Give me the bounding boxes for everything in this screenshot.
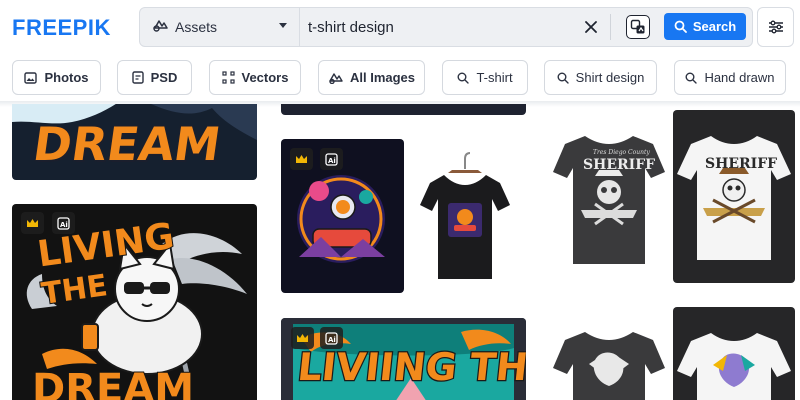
psd-icon xyxy=(131,71,144,84)
svg-text:Ai: Ai xyxy=(60,221,68,229)
sheriff-script-text: Tres Diego County xyxy=(593,149,650,156)
ai-generated-icon: Ai xyxy=(320,148,343,170)
eagle-white-tee-artwork xyxy=(677,333,791,400)
result-card-living-the-dream[interactable]: LIVING THE DREAM Ai xyxy=(12,204,257,400)
result-card-dark-top[interactable] xyxy=(281,104,526,115)
search-button[interactable]: Search xyxy=(664,13,746,40)
chip-all-images[interactable]: All Images xyxy=(318,60,425,95)
image-search-icon[interactable] xyxy=(626,15,650,39)
chip-t-shirt[interactable]: T-shirt xyxy=(442,60,528,95)
filter-chips: Photos PSD Vectors All Images T-shirt Sh… xyxy=(0,60,800,96)
dream-bottom-text: DREAM xyxy=(32,366,194,400)
result-card-astronaut-print[interactable]: Ai xyxy=(281,139,404,293)
chip-label: Hand drawn xyxy=(704,70,775,85)
svg-text:Ai: Ai xyxy=(328,336,336,344)
chip-label: Photos xyxy=(44,70,89,85)
clear-search-icon[interactable] xyxy=(581,17,601,37)
eagle-dark-tee-artwork xyxy=(553,332,665,400)
premium-crown-icon xyxy=(290,148,313,170)
search-icon xyxy=(685,72,698,84)
image-icon xyxy=(24,71,38,84)
search-input[interactable] xyxy=(308,8,578,46)
result-card-dream[interactable]: DREAM DREAM xyxy=(12,104,257,180)
chevron-down-icon xyxy=(279,23,287,28)
chip-label: T-shirt xyxy=(476,70,513,85)
sheriff-white-tee-artwork: SHERIFF xyxy=(677,136,791,260)
chip-label: Vectors xyxy=(241,70,289,85)
search-bar: Assets Search xyxy=(139,7,753,47)
results-gallery: DREAM DREAM LIVING THE DREAM Ai Ai LIVII… xyxy=(0,104,800,400)
chip-psd[interactable]: PSD xyxy=(117,60,192,95)
top-bar: FREEPIK Assets Search xyxy=(0,0,800,54)
dream-artwork: DREAM DREAM xyxy=(12,104,257,173)
hanging-tee-artwork xyxy=(420,152,510,279)
filters-button[interactable] xyxy=(757,7,794,47)
all-images-icon xyxy=(329,73,343,84)
result-card-astronaut-tee-mockup[interactable] xyxy=(404,139,526,293)
logo-text: FREEPIK xyxy=(12,15,111,39)
premium-crown-icon xyxy=(21,212,44,234)
chip-shirt-design[interactable]: Shirt design xyxy=(544,60,657,95)
result-card-eagle-dark-tee[interactable] xyxy=(545,320,672,400)
premium-crown-icon xyxy=(291,327,314,349)
result-card-sheriff-white-tee[interactable]: SHERIFF xyxy=(673,110,795,283)
chip-label: Shirt design xyxy=(575,70,645,85)
result-card-eagle-white-tee[interactable] xyxy=(673,307,795,400)
vectors-icon xyxy=(221,71,235,84)
dream-title-text: DREAM xyxy=(30,117,224,171)
chip-hand-drawn[interactable]: Hand drawn xyxy=(674,60,786,95)
all-assets-icon xyxy=(152,17,168,38)
chip-vectors[interactable]: Vectors xyxy=(209,60,301,95)
living-the-dream-artwork: LIVING THE DREAM xyxy=(26,215,247,400)
sliders-icon xyxy=(768,20,783,34)
search-icon xyxy=(557,72,569,84)
search-icon xyxy=(457,72,470,84)
chip-label: All Images xyxy=(349,70,416,85)
freepik-logo[interactable]: FREEPIK xyxy=(12,14,124,40)
asset-type-label: Assets xyxy=(175,19,218,35)
ai-generated-icon: Ai xyxy=(320,327,343,349)
liviing-title-text: LIVIING THE xyxy=(296,345,526,389)
result-card-liviing-the[interactable]: LIVIING THE Ai xyxy=(281,318,526,400)
the-text: THE xyxy=(39,268,109,312)
search-button-label: Search xyxy=(692,19,737,34)
svg-text:Ai: Ai xyxy=(328,157,336,165)
chip-label: PSD xyxy=(150,70,178,85)
liviing-artwork: LIVIING THE xyxy=(281,318,526,400)
ai-generated-icon: Ai xyxy=(52,212,75,234)
search-divider xyxy=(610,14,611,40)
asset-type-dropdown[interactable]: Assets xyxy=(140,8,300,46)
chip-photos[interactable]: Photos xyxy=(12,60,101,95)
sheriff-dark-tee-artwork: Tres Diego County SHERIFF xyxy=(553,136,665,264)
search-icon xyxy=(674,20,687,33)
result-card-sheriff-dark-tee[interactable]: Tres Diego County SHERIFF xyxy=(545,114,672,279)
